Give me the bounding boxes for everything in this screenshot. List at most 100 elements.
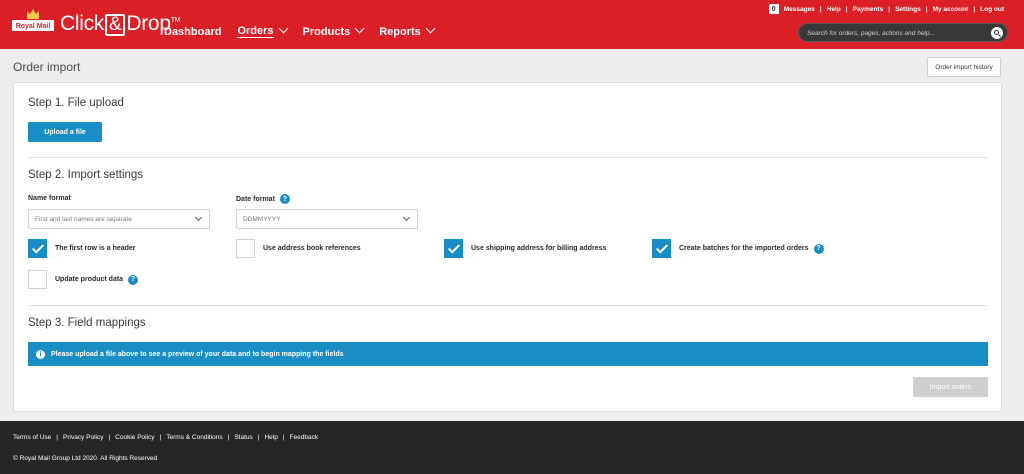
separator: | [108,434,111,441]
payments-link[interactable]: Payments [853,6,884,13]
divider [28,305,988,306]
separator: | [888,5,891,13]
checkbox-label: Use address book references [263,245,361,252]
settings-link[interactable]: Settings [895,6,921,13]
separator: | [282,434,285,441]
privacy-policy-link[interactable]: Privacy Policy [63,434,103,441]
nav-label: Orders [237,25,274,38]
app-name-left: Click [60,12,104,35]
checkmark-icon [31,241,45,254]
global-search [798,23,1008,42]
separator: | [56,434,58,441]
footer: Terms of Use | Privacy Policy | Cookie P… [0,421,1024,474]
checkbox-checked[interactable] [444,239,463,258]
import-orders-button[interactable]: Import orders [913,377,988,397]
nav-products[interactable]: Products [302,23,365,38]
royal-mail-logo[interactable]: Royal Mail [12,8,54,36]
import-card: Step 1. File upload Upload a file Step 2… [13,82,1002,412]
terms-of-use-link[interactable]: Terms of Use [13,434,51,441]
trademark: TM [170,17,181,24]
checkbox-label-text: Use shipping address for billing address [471,245,607,252]
first-row-header-checkbox[interactable]: The first row is a header [28,239,136,258]
checkbox-checked[interactable] [652,239,671,258]
checkbox-unchecked[interactable] [236,239,255,258]
date-format-select[interactable]: DDMMYYYY [236,209,418,229]
divider [28,157,988,158]
crown-icon [27,9,39,19]
step1-title: Step 1. File upload [28,97,124,109]
chevron-down-icon [278,23,288,34]
nav-reports[interactable]: Reports [379,23,436,38]
order-import-history-button[interactable]: Order import history [927,57,1001,77]
nav-orders[interactable]: Orders [237,23,288,38]
nav-dashboard[interactable]: Dashboard [164,25,221,38]
app-name-amp: & [105,14,126,36]
copyright-text: © Royal Mail Group Ltd 2020. All Rights … [13,455,158,462]
separator: | [925,5,928,13]
info-banner-text: Please upload a file above to see a prev… [51,350,344,358]
name-format-label: Name format [28,195,71,202]
checkmark-icon [447,241,461,254]
app-name[interactable]: Click & DropTM [60,12,181,36]
terms-conditions-link[interactable]: Terms & Conditions [166,434,222,441]
logo-label: Royal Mail [12,20,54,31]
date-format-label: Date format ? [236,194,290,204]
checkbox-label: The first row is a header [55,245,136,252]
date-format-label-text: Date format [236,195,275,203]
checkbox-label: Use shipping address for billing address [471,245,606,252]
cookie-policy-link[interactable]: Cookie Policy [115,434,154,441]
help-icon[interactable]: ? [813,243,824,254]
help-icon[interactable]: ? [128,274,139,285]
checkbox-label: Update product data ? [55,274,139,285]
separator: | [257,434,260,441]
separator: | [159,434,162,441]
main-nav: Dashboard Orders Products Reports [164,23,436,38]
my-account-link[interactable]: My account [933,6,969,13]
footer-links: Terms of Use | Privacy Policy | Cookie P… [13,434,318,441]
help-link[interactable]: Help [827,6,841,13]
step3-title: Step 3. Field mappings [28,317,146,329]
checkbox-label: Create batches for the imported orders ? [679,243,824,254]
separator: | [819,5,822,13]
log-out-link[interactable]: Log out [980,6,1004,13]
chevron-down-icon [425,23,436,34]
utility-links: 0 Messages | Help | Payments | Settings … [768,4,1004,14]
help-link[interactable]: Help [264,434,277,441]
chevron-down-icon [194,213,203,222]
status-link[interactable]: Status [234,434,252,441]
upload-file-button[interactable]: Upload a file [28,122,102,142]
feedback-link[interactable]: Feedback [290,434,319,441]
top-header: Royal Mail Click & DropTM Dashboard Orders… [0,0,1024,49]
search-input[interactable] [807,27,987,39]
name-format-label-text: Name format [28,195,71,202]
update-product-data-checkbox[interactable]: Update product data ? [28,270,139,289]
address-book-references-checkbox[interactable]: Use address book references [236,239,361,258]
nav-label: Reports [379,25,421,38]
info-banner: i Please upload a file above to see a pr… [28,342,988,366]
checkbox-label-text: Use address book references [263,245,361,252]
help-icon[interactable]: ? [279,194,290,204]
date-format-value: DDMMYYYY [243,215,281,223]
checkbox-label-text: The first row is a header [55,245,136,252]
messages-link[interactable]: Messages [784,6,815,13]
info-icon: i [36,349,45,359]
chevron-down-icon [402,213,411,222]
checkbox-label-text: Update product data [55,276,124,283]
nav-label: Dashboard [164,25,222,38]
name-format-value: First and last names are separate [35,215,132,223]
separator: | [227,434,230,441]
checkbox-unchecked[interactable] [28,270,47,289]
name-format-select[interactable]: First and last names are separate [28,209,210,229]
search-icon-handle [997,33,1002,37]
create-batches-checkbox[interactable]: Create batches for the imported orders ? [652,239,824,258]
nav-label: Products [302,25,351,38]
page-title: Order import [13,60,81,74]
search-button[interactable] [991,27,1003,39]
step2-title: Step 2. Import settings [28,169,144,181]
shipping-as-billing-checkbox[interactable]: Use shipping address for billing address [444,239,606,258]
checkmark-icon [655,241,669,254]
checkbox-checked[interactable] [28,239,47,258]
messages-count-badge: 0 [768,4,779,14]
checkbox-label-text: Create batches for the imported orders [679,245,809,252]
separator: | [845,5,848,13]
